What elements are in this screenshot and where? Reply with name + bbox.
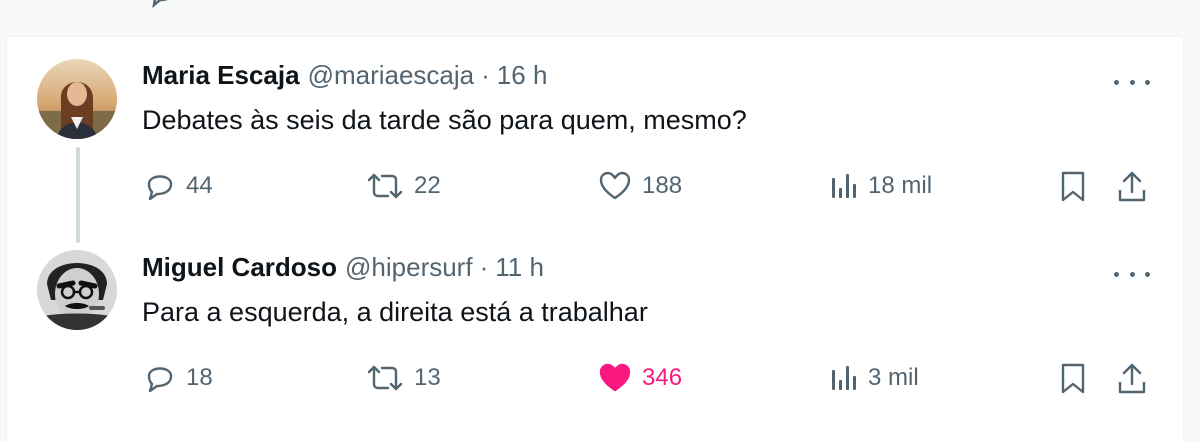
like-icon: [599, 171, 631, 200]
bookmark-button[interactable]: [1058, 362, 1092, 396]
timestamp[interactable]: 16 h: [497, 60, 548, 91]
share-icon: [1118, 171, 1146, 202]
separator-dot: ·: [479, 252, 489, 282]
repost-icon: [367, 173, 403, 199]
reply-button[interactable]: 18: [144, 360, 213, 396]
bookmark-icon[interactable]: [1060, 0, 1088, 10]
tweet-text: Debates às seis da tarde são para quem, …: [142, 105, 747, 135]
more-icon: [1114, 271, 1119, 277]
reply-count: 18: [186, 364, 213, 391]
tweet-header: Miguel Cardoso @hipersurf · 11 h: [142, 252, 544, 288]
share-icon: [1118, 363, 1146, 394]
bookmark-icon: [1061, 171, 1085, 202]
tweet-text: Para a esquerda, a direita está a trabal…: [142, 297, 648, 327]
bookmark-icon: [1061, 363, 1085, 394]
views-button[interactable]: 3 mil: [830, 360, 919, 396]
reply-icon: [147, 367, 173, 393]
view-count: 18 mil: [868, 172, 933, 199]
like-icon[interactable]: [602, 0, 636, 10]
reply-button[interactable]: 44: [144, 168, 213, 204]
previous-tweet-actions: [0, 0, 1200, 10]
share-button[interactable]: [1116, 170, 1150, 204]
next-tweet-edge: [6, 423, 1184, 441]
like-button[interactable]: 188: [598, 168, 682, 204]
views-icon: [832, 366, 856, 390]
more-options-button[interactable]: [1114, 264, 1150, 284]
more-options-button[interactable]: [1114, 72, 1150, 92]
reply-count: 44: [186, 172, 213, 199]
repost-button[interactable]: 13: [366, 360, 441, 396]
like-filled-icon: [599, 363, 631, 392]
like-button[interactable]: 346: [598, 360, 682, 396]
reply-icon: [147, 175, 173, 201]
profile-photo-icon: [37, 250, 117, 330]
repost-icon: [367, 365, 403, 391]
view-count: 3 mil: [868, 364, 919, 391]
like-count: 346: [642, 364, 683, 391]
tweet-header: Maria Escaja @mariaescaja · 16 h: [142, 60, 547, 96]
share-button[interactable]: [1116, 362, 1150, 396]
bookmark-button[interactable]: [1058, 170, 1092, 204]
author-name[interactable]: Miguel Cardoso: [142, 252, 337, 283]
profile-photo-icon: [37, 59, 117, 139]
views-button[interactable]: 18 mil: [830, 168, 932, 204]
author-name[interactable]: Maria Escaja: [142, 60, 300, 91]
repost-button[interactable]: 22: [366, 168, 441, 204]
author-handle[interactable]: @hipersurf: [345, 252, 473, 283]
separator-dot: ·: [481, 60, 490, 90]
timestamp[interactable]: 11 h: [495, 252, 544, 283]
avatar[interactable]: [37, 59, 117, 139]
more-icon: [1114, 79, 1119, 85]
share-icon[interactable]: [1118, 0, 1148, 10]
views-icon[interactable]: [832, 0, 856, 10]
views-icon: [832, 174, 856, 198]
repost-icon[interactable]: [370, 0, 410, 10]
avatar[interactable]: [37, 250, 117, 330]
repost-count: 13: [414, 364, 441, 391]
like-count: 188: [642, 172, 683, 199]
repost-count: 22: [414, 172, 441, 199]
reply-icon[interactable]: [148, 0, 178, 10]
author-handle[interactable]: @mariaescaja: [308, 60, 475, 91]
thread-connector: [76, 147, 80, 243]
